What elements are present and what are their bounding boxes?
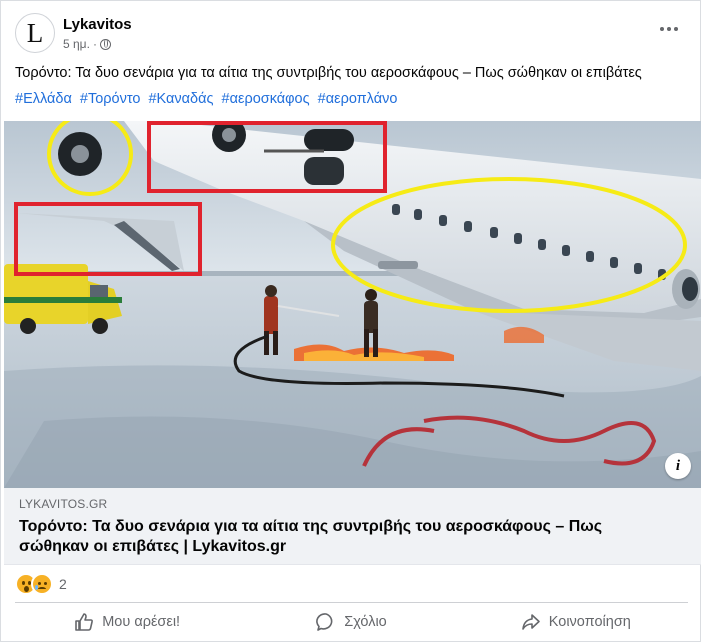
comment-bubble-icon — [316, 613, 333, 631]
post-header: L Lykavitos 5 ημ. · — [15, 13, 688, 57]
hashtag-link[interactable]: #Τορόντο — [80, 91, 141, 107]
link-preview[interactable]: LYKAVITOS.GR Τορόντο: Τα δυο σενάρια για… — [4, 488, 701, 565]
comment-button[interactable]: Σχόλιο — [239, 606, 463, 638]
like-button[interactable]: Μου αρέσει! — [15, 606, 239, 638]
action-bar: Μου αρέσει! Σχόλιο Κοινοποίηση — [15, 606, 688, 638]
comment-label: Σχόλιο — [344, 614, 387, 630]
globe-icon[interactable] — [99, 38, 111, 50]
meta-separator: · — [92, 37, 97, 51]
reaction-count[interactable]: 2 — [59, 576, 67, 592]
reaction-summary[interactable]: 2 — [15, 573, 67, 595]
hashtag-link[interactable]: #αεροσκάφος — [222, 91, 310, 107]
hashtag-link[interactable]: #Ελλάδα — [15, 91, 72, 107]
like-label: Μου αρέσει! — [102, 614, 181, 630]
share-arrow-icon — [521, 614, 540, 630]
actions-divider — [15, 602, 688, 603]
post-image[interactable]: i — [4, 121, 701, 488]
link-domain: LYKAVITOS.GR — [19, 497, 108, 511]
post-meta: 5 ημ. · — [63, 37, 111, 51]
more-dots-icon[interactable] — [654, 19, 684, 39]
post-time[interactable]: 5 ημ. — [63, 37, 90, 51]
crash-photo-illustration — [4, 121, 701, 488]
thumbs-up-icon — [75, 613, 94, 631]
hashtag-link[interactable]: #αεροπλάνο — [318, 91, 398, 107]
link-title[interactable]: Τορόντο: Τα δυο σενάρια για τα αίτια της… — [19, 517, 659, 557]
hashtag-link[interactable]: #Καναδάς — [148, 91, 213, 107]
sad-reaction-icon — [31, 573, 53, 595]
post-caption: Τορόντο: Τα δυο σενάρια για τα αίτια της… — [15, 65, 642, 81]
info-icon[interactable]: i — [665, 453, 691, 479]
post-card: L Lykavitos 5 ημ. · Τορόντο: Τα δυο σενά… — [0, 0, 701, 642]
share-label: Κοινοποίηση — [548, 614, 631, 630]
hashtag-list: #Ελλάδα #Τορόντο #Καναδάς #αεροσκάφος #α… — [15, 91, 401, 107]
share-button[interactable]: Κοινοποίηση — [464, 606, 688, 638]
page-avatar[interactable]: L — [15, 13, 55, 53]
page-name[interactable]: Lykavitos — [63, 16, 132, 33]
